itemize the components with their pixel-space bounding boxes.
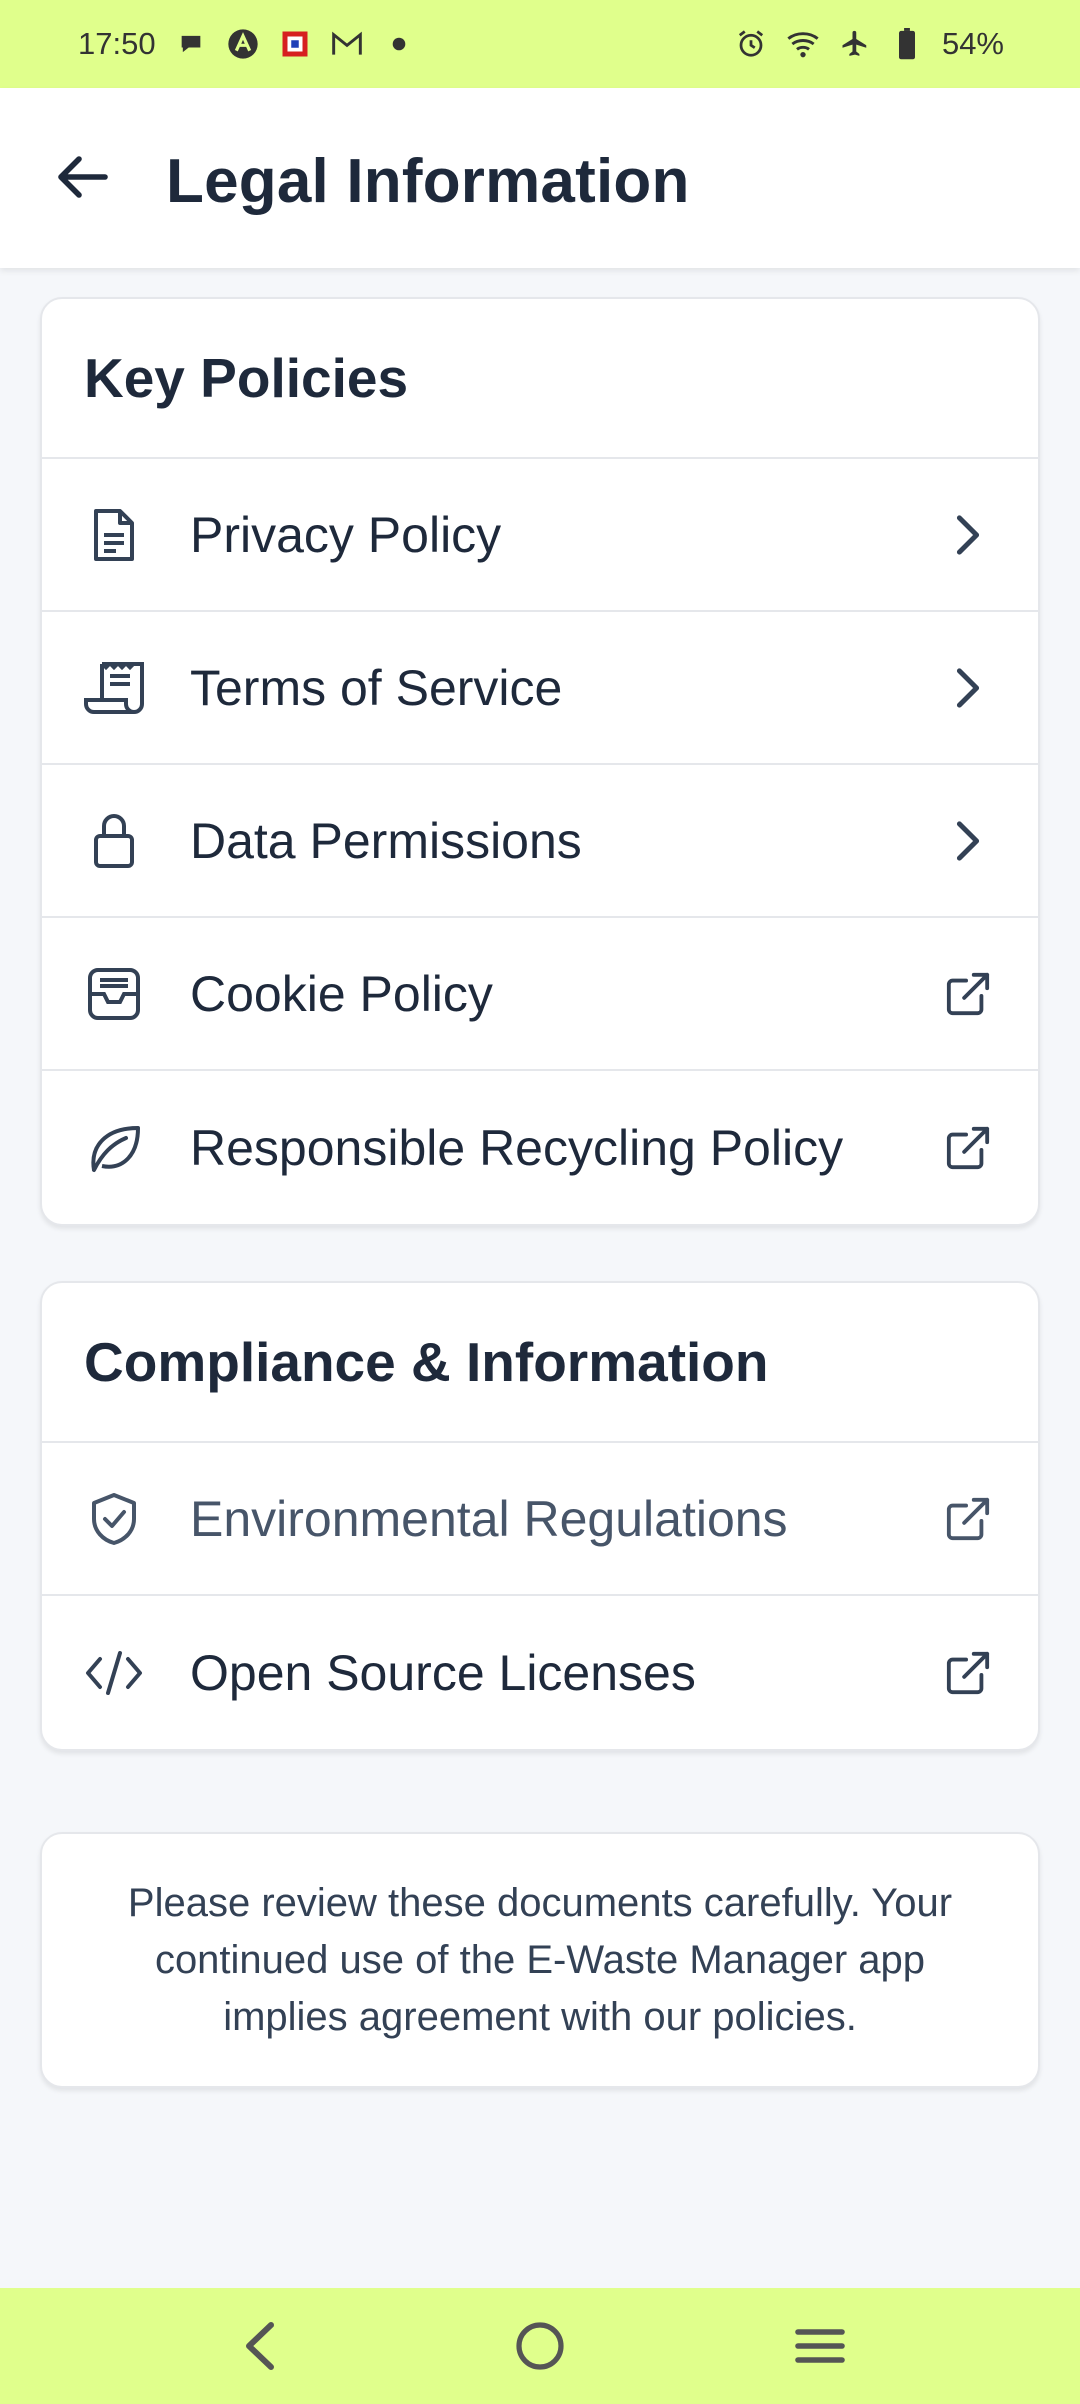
status-bar-left: 17:50 [78,26,416,62]
wifi-icon [786,27,820,61]
cookie-policy-label: Cookie Policy [190,965,493,1022]
nav-menu-button[interactable] [780,2306,860,2386]
status-bar-right: 54% [734,26,1004,62]
system-nav-bar [0,2288,1080,2404]
receipt-icon [84,658,144,718]
inbox-icon [84,964,144,1024]
environmental-regulations-label: Environmental Regulations [190,1490,788,1547]
menu-nav-icon [795,2329,845,2363]
airplane-icon [838,27,872,61]
app-bar: Legal Information [0,88,1080,268]
open-source-licenses-row[interactable]: Open Source Licenses [42,1596,1038,1749]
app-a-icon [226,27,260,61]
leaf-icon [84,1118,144,1178]
nav-back-button[interactable] [220,2306,300,2386]
home-nav-icon [516,2322,564,2370]
status-time: 17:50 [78,26,156,61]
key-policies-title: Key Policies [42,299,1038,459]
terms-of-service-row[interactable]: Terms of Service [42,612,1038,765]
chevron-right-icon [940,507,996,563]
arrow-left-icon [58,156,108,198]
battery-percent: 54% [941,26,1004,61]
dot-icon [382,27,416,61]
cookie-policy-row[interactable]: Cookie Policy [42,918,1038,1071]
code-icon [84,1643,144,1703]
chevron-right-icon [940,660,996,716]
external-link-icon [940,966,996,1022]
chat-bubble-icon [174,27,208,61]
document-icon [84,505,144,565]
open-source-licenses-label: Open Source Licenses [190,1644,696,1701]
privacy-policy-row[interactable]: Privacy Policy [42,459,1038,612]
app-square-icon [278,27,312,61]
lock-icon [84,811,144,871]
battery-icon [890,27,924,61]
privacy-policy-label: Privacy Policy [190,506,502,563]
policy-note-card: Please review these documents carefully.… [40,1832,1040,2088]
gmail-icon [330,27,364,61]
key-policies-card: Key Policies Privacy Policy Terms of Ser… [40,297,1040,1226]
external-link-icon [940,1491,996,1547]
policy-note-text: Please review these documents carefully.… [127,1880,953,2039]
data-permissions-label: Data Permissions [190,812,582,869]
compliance-card: Compliance & Information Environmental R… [40,1281,1040,1751]
responsible-recycling-policy-row[interactable]: Responsible Recycling Policy [42,1071,1038,1224]
status-bar: 17:50 54% [0,0,1080,88]
terms-of-service-label: Terms of Service [190,659,563,716]
back-button[interactable] [50,144,116,210]
environmental-regulations-row[interactable]: Environmental Regulations [42,1443,1038,1596]
data-permissions-row[interactable]: Data Permissions [42,765,1038,918]
chevron-right-icon [940,813,996,869]
external-link-icon [940,1120,996,1176]
external-link-icon [940,1645,996,1701]
responsible-recycling-policy-label: Responsible Recycling Policy [190,1119,844,1176]
nav-home-button[interactable] [500,2306,580,2386]
alarm-icon [734,27,768,61]
compliance-title: Compliance & Information [42,1283,1038,1443]
page-title: Legal Information [166,147,690,216]
shield-check-icon [84,1489,144,1549]
back-nav-icon [246,2322,274,2370]
